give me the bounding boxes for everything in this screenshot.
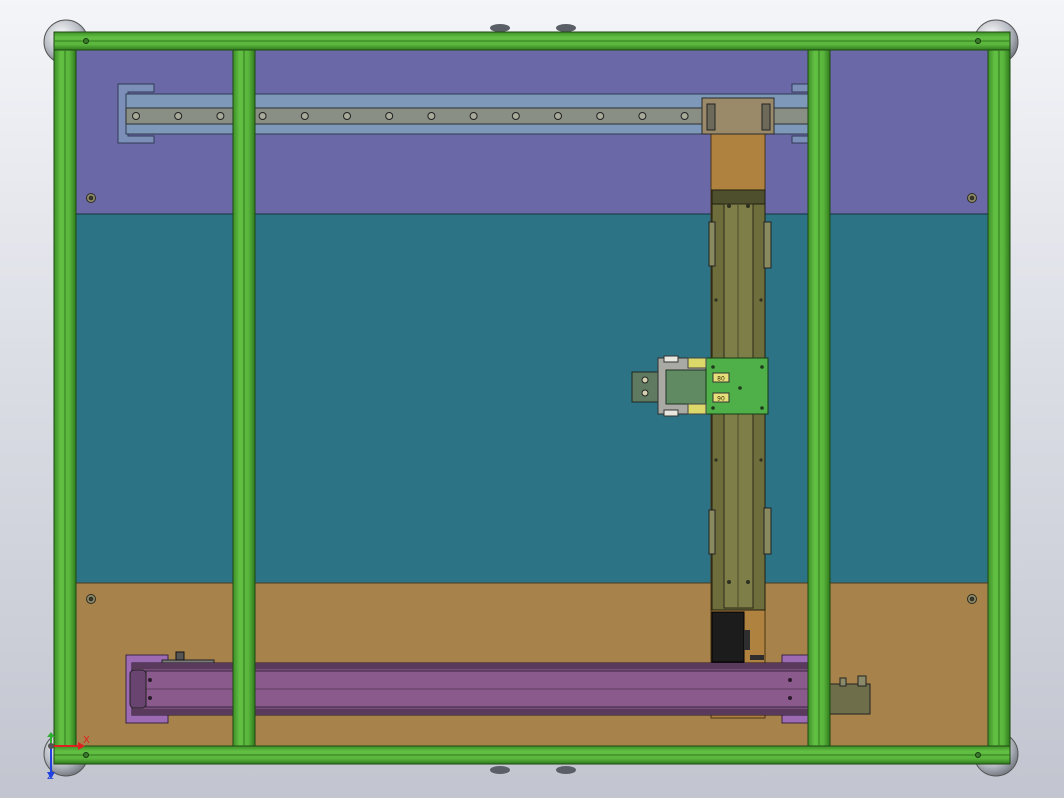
- rail-hole: [638, 112, 647, 120]
- carriage-plate: [705, 357, 769, 415]
- rail-hole: [596, 112, 605, 120]
- vertical-motor: [711, 611, 745, 663]
- rail-hole: [427, 112, 436, 120]
- coordinate-triad: X Z: [40, 732, 100, 782]
- rail-hole: [300, 112, 309, 120]
- bottom-motor: [829, 683, 871, 715]
- rail-hole: [469, 112, 478, 120]
- cad-model[interactable]: 80 90: [0, 0, 1064, 798]
- base-plates: [74, 47, 990, 747]
- rail-hole: [132, 112, 140, 120]
- rail-hole: [343, 112, 351, 120]
- axis-label-x: X: [83, 735, 90, 746]
- rail-hole: [554, 112, 562, 120]
- rail-hole: [258, 112, 267, 120]
- axis-label-z: Z: [47, 771, 54, 782]
- plate-teal: [74, 213, 990, 584]
- rail-hole: [511, 112, 520, 120]
- rail-hole: [216, 112, 225, 120]
- rail-hole: [680, 112, 689, 120]
- carriage-label-top: 80: [717, 376, 725, 383]
- rail-hole: [385, 112, 394, 120]
- carriage-label-bottom: 90: [717, 396, 725, 403]
- rail-hole: [174, 112, 183, 120]
- cad-viewport[interactable]: 80 90 X Z: [0, 0, 1064, 798]
